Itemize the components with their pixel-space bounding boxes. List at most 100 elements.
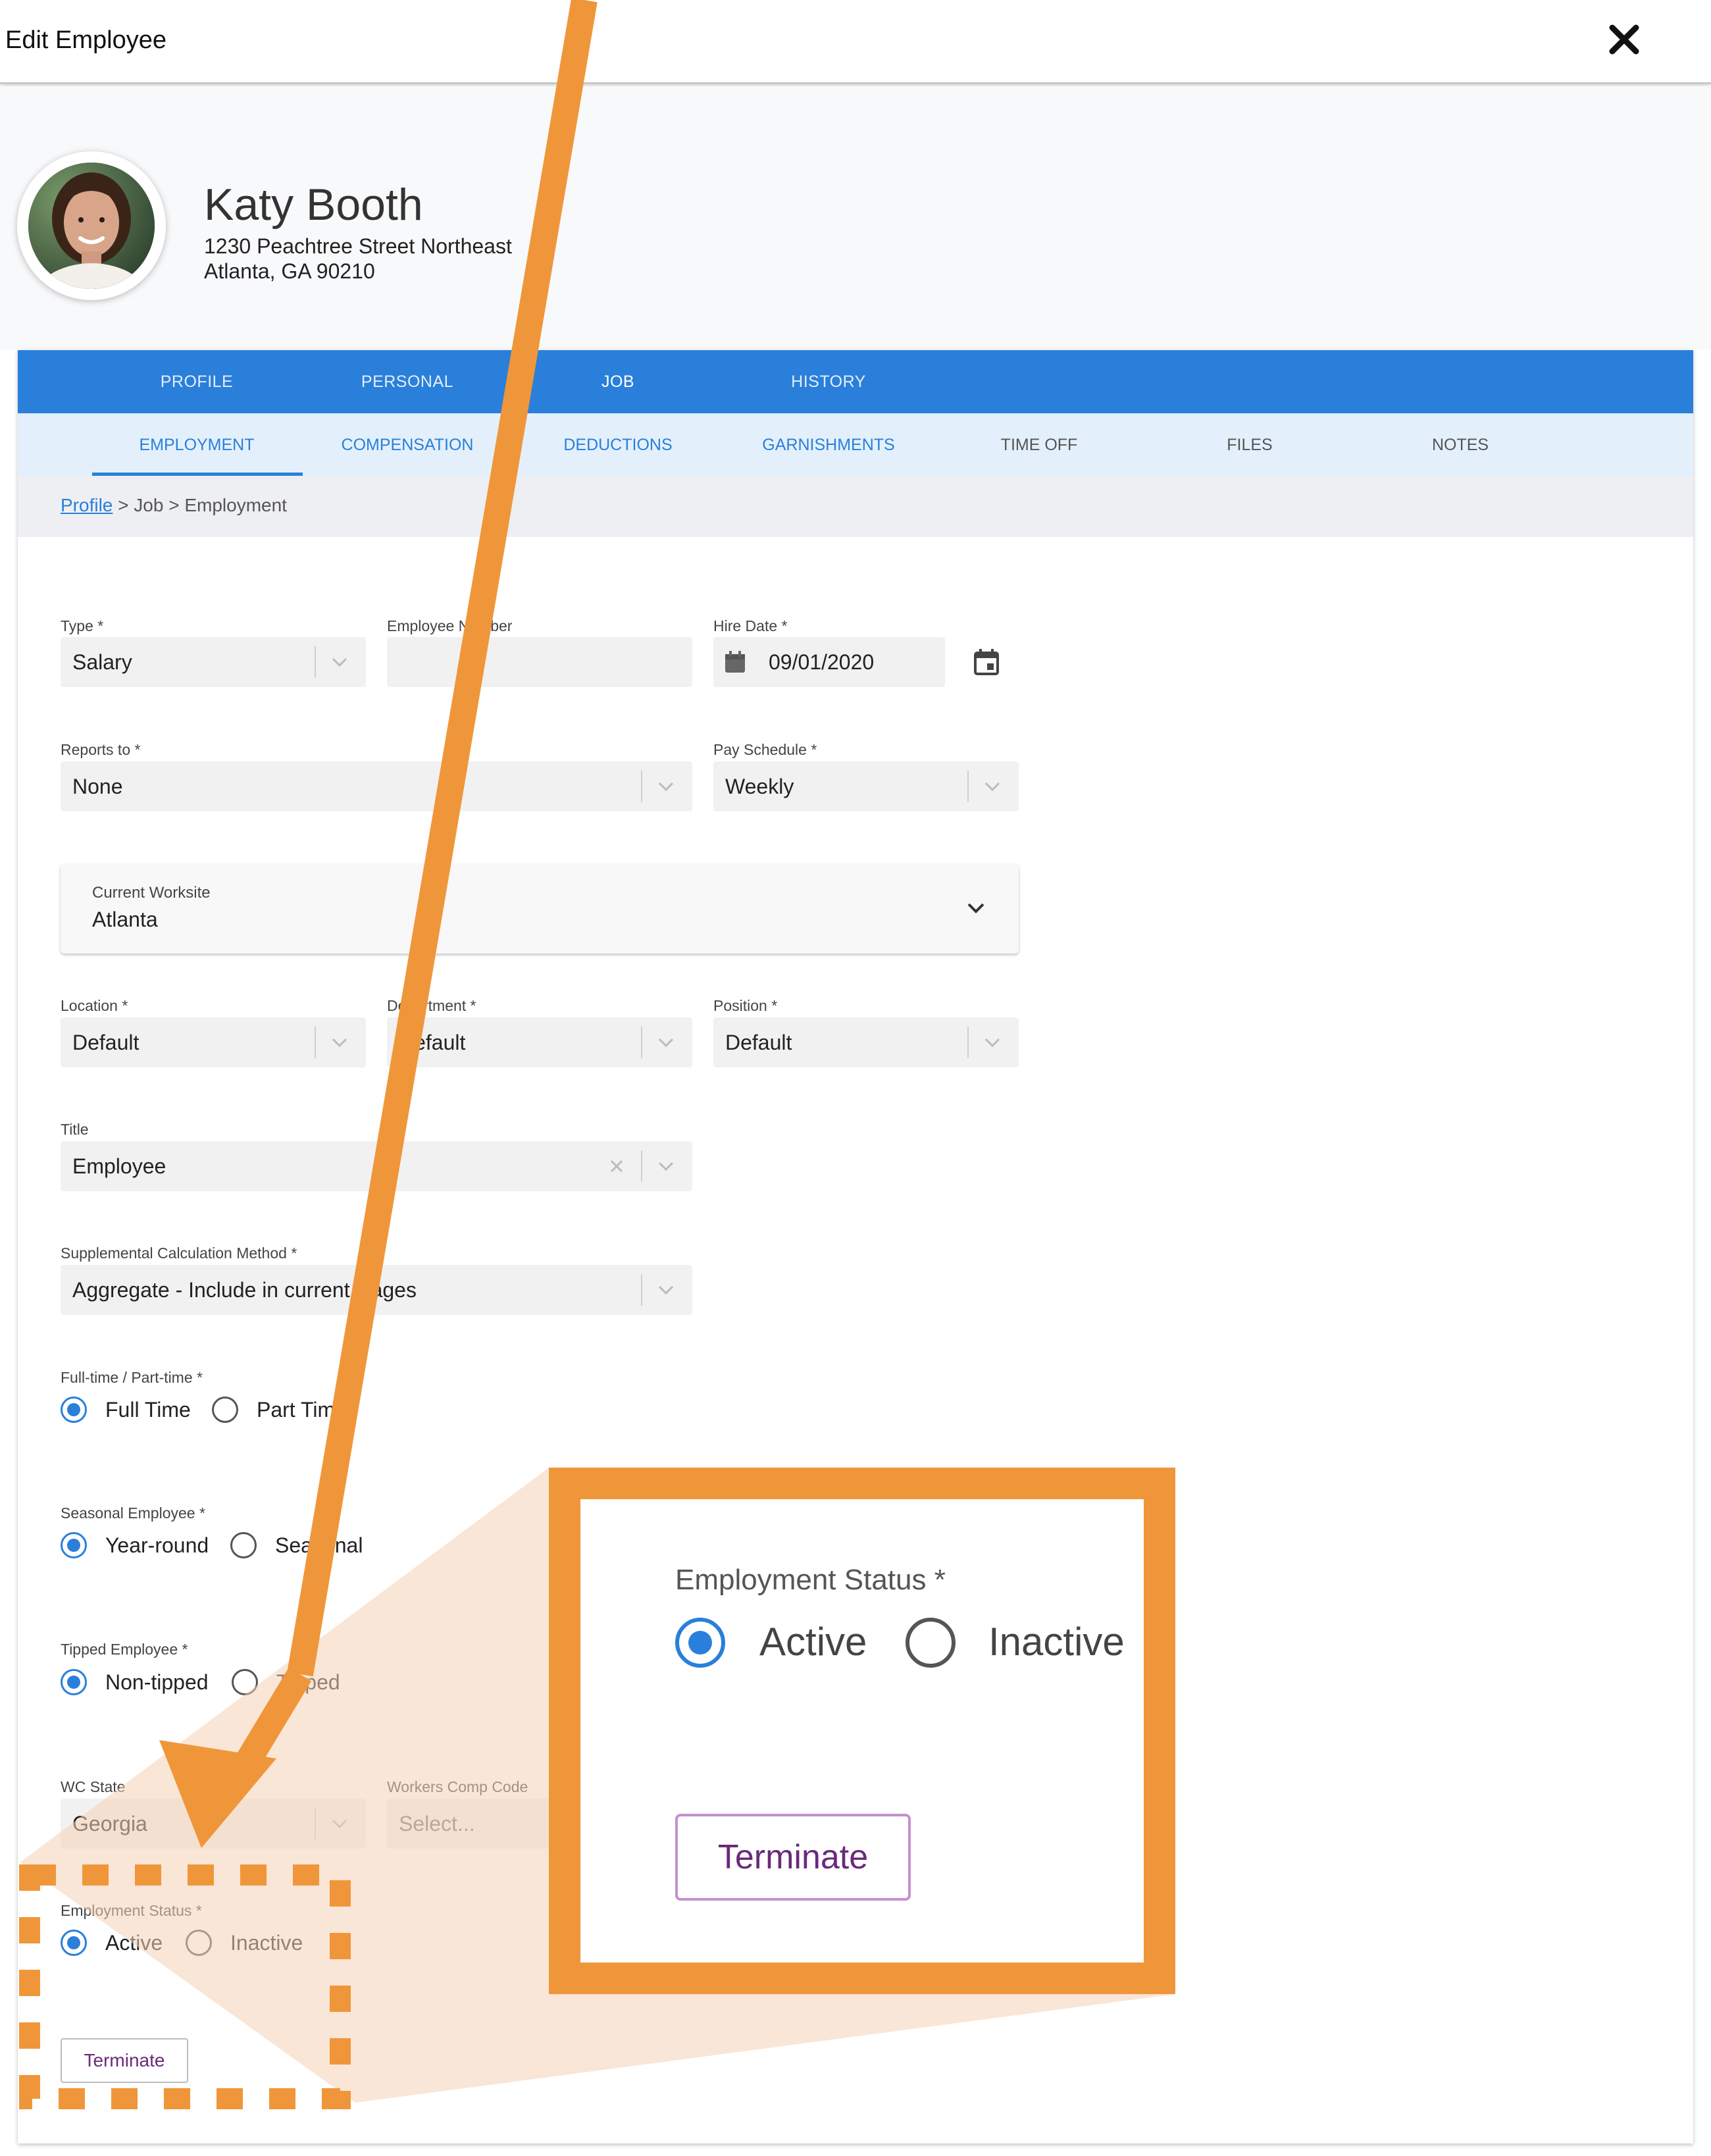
chevron-down-icon	[332, 1819, 347, 1829]
date-picker-icon[interactable]	[973, 648, 1000, 677]
modal-title: Edit Employee	[5, 26, 167, 54]
zoom-active-radio[interactable]	[675, 1618, 725, 1668]
inactive-radio[interactable]	[186, 1930, 212, 1956]
supplemental-method-value: Aggregate - Include in current wages	[72, 1278, 417, 1302]
breadcrumb-trail: > Job > Employment	[113, 495, 287, 515]
close-icon[interactable]	[1606, 21, 1643, 58]
hire-date-value: 09/01/2020	[769, 650, 875, 674]
wc-state-label: WC State	[61, 1778, 126, 1795]
full-time-label: Full Time	[105, 1398, 191, 1422]
zoom-employment-status-label: Employment Status *	[675, 1564, 946, 1596]
inactive-label: Inactive	[230, 1931, 303, 1955]
chevron-down-icon	[332, 1038, 347, 1048]
pay-schedule-label: Pay Schedule *	[713, 741, 817, 758]
chevron-down-icon	[984, 1038, 1000, 1048]
active-label: Active	[105, 1931, 163, 1955]
active-subtab-indicator	[92, 473, 303, 476]
non-tipped-label: Non-tipped	[105, 1670, 209, 1694]
zoom-active-label: Active	[759, 1620, 867, 1664]
pay-schedule-value: Weekly	[725, 775, 794, 798]
pay-schedule-select[interactable]: Weekly	[713, 761, 1019, 811]
seasonal-label: Seasonal Employee *	[61, 1504, 205, 1522]
calendar-icon	[725, 651, 745, 673]
wc-state-select[interactable]: Georgia	[61, 1799, 366, 1849]
subtab-employment[interactable]: EMPLOYMENT	[98, 413, 295, 476]
avatar	[17, 151, 166, 300]
non-tipped-radio[interactable]	[61, 1669, 87, 1695]
modal-header: Edit Employee	[0, 0, 1711, 84]
hire-date-input[interactable]: 09/01/2020	[713, 637, 945, 687]
department-separator	[641, 1027, 642, 1058]
reports-to-select[interactable]: None	[61, 761, 692, 811]
pay-schedule-separator	[967, 771, 969, 802]
main-tab-bar: PROFILE PERSONAL JOB HISTORY	[18, 350, 1693, 413]
position-select[interactable]: Default	[713, 1017, 1019, 1067]
subtab-deductions[interactable]: DEDUCTIONS	[519, 413, 717, 476]
department-select[interactable]: Default	[387, 1017, 692, 1067]
location-value: Default	[72, 1031, 140, 1054]
type-select[interactable]: Salary	[61, 637, 366, 687]
type-value: Salary	[72, 650, 132, 674]
department-value: Default	[399, 1031, 466, 1054]
terminate-button[interactable]: Terminate	[61, 2038, 188, 2083]
tipped-option-label: Tipped	[276, 1670, 340, 1694]
tipped-radio[interactable]	[232, 1669, 258, 1695]
employee-address-line2: Atlanta, GA 90210	[204, 259, 375, 283]
type-separator	[315, 646, 316, 678]
chevron-down-icon	[332, 657, 347, 667]
employment-status-label: Employment Status *	[61, 1902, 202, 1919]
seasonal-option-label: Seasonal	[275, 1533, 363, 1557]
chevron-down-icon	[658, 782, 674, 792]
tab-profile[interactable]: PROFILE	[131, 350, 263, 413]
zoom-inactive-radio[interactable]	[906, 1618, 956, 1668]
title-select[interactable]: Employee	[61, 1141, 692, 1191]
title-separator	[641, 1150, 642, 1182]
breadcrumb-profile-link[interactable]: Profile	[61, 495, 113, 515]
avatar-photo-icon	[28, 163, 155, 289]
sub-tab-bar: EMPLOYMENT COMPENSATION DEDUCTIONS GARNI…	[18, 413, 1693, 476]
chevron-down-icon	[658, 1038, 674, 1048]
part-time-label: Part Time	[257, 1398, 347, 1422]
current-worksite-select[interactable]: Current Worksite Atlanta	[61, 864, 1019, 954]
tab-personal[interactable]: PERSONAL	[342, 350, 473, 413]
wc-state-value: Georgia	[72, 1812, 147, 1835]
position-label: Position *	[713, 997, 778, 1014]
subtab-notes[interactable]: NOTES	[1362, 413, 1559, 476]
seasonal-radio[interactable]	[230, 1532, 257, 1558]
employee-name: Katy Booth	[204, 180, 423, 230]
employee-number-input[interactable]	[387, 637, 692, 687]
year-round-radio[interactable]	[61, 1532, 87, 1558]
reports-to-value: None	[72, 775, 123, 798]
full-time-radio[interactable]	[61, 1397, 87, 1423]
subtab-compensation[interactable]: COMPENSATION	[309, 413, 506, 476]
chevron-down-icon	[967, 903, 984, 913]
zoom-terminate-button[interactable]: Terminate	[675, 1814, 911, 1901]
clear-icon[interactable]	[608, 1158, 625, 1175]
workers-comp-code-placeholder: Select...	[399, 1812, 475, 1835]
tab-job[interactable]: JOB	[552, 350, 684, 413]
reports-to-label: Reports to *	[61, 741, 141, 758]
current-worksite-value: Atlanta	[92, 908, 158, 931]
full-part-time-label: Full-time / Part-time *	[61, 1369, 203, 1386]
title-value: Employee	[72, 1154, 166, 1178]
chevron-down-icon	[658, 1162, 674, 1171]
supplemental-method-separator	[641, 1274, 642, 1306]
subtab-time-off[interactable]: TIME OFF	[940, 413, 1138, 476]
location-label: Location *	[61, 997, 128, 1014]
year-round-label: Year-round	[105, 1533, 209, 1557]
position-value: Default	[725, 1031, 792, 1054]
location-separator	[315, 1027, 316, 1058]
hire-date-label: Hire Date *	[713, 617, 788, 634]
subtab-garnishments[interactable]: GARNISHMENTS	[730, 413, 927, 476]
zoom-inactive-label: Inactive	[988, 1620, 1125, 1664]
part-time-radio[interactable]	[212, 1397, 238, 1423]
location-select[interactable]: Default	[61, 1017, 366, 1067]
active-radio[interactable]	[61, 1930, 87, 1956]
supplemental-method-select[interactable]: Aggregate - Include in current wages	[61, 1265, 692, 1315]
employee-address-line1: 1230 Peachtree Street Northeast	[204, 234, 512, 258]
current-worksite-label: Current Worksite	[92, 884, 211, 902]
position-separator	[967, 1027, 969, 1058]
zoom-callout-panel: Employment Status * Active Inactive Term…	[549, 1468, 1175, 1994]
subtab-files[interactable]: FILES	[1151, 413, 1348, 476]
tab-history[interactable]: HISTORY	[763, 350, 894, 413]
